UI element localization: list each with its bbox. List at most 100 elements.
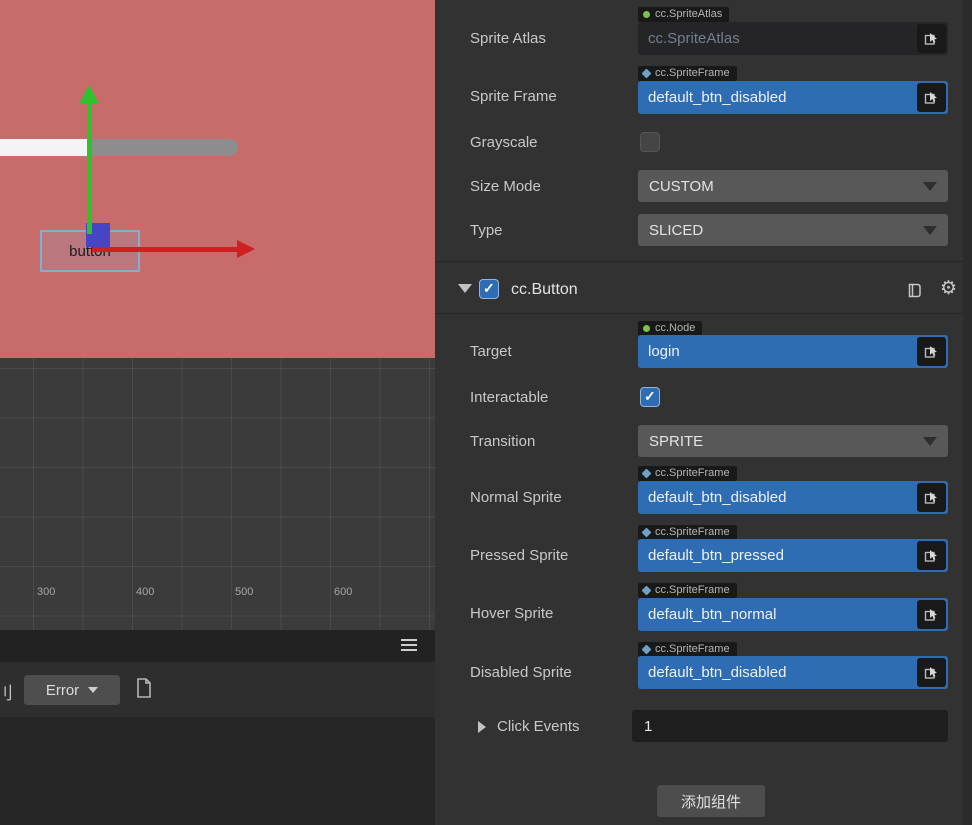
- inspector-panel: Sprite Atlas cc.SpriteAtlas cc.SpriteAtl…: [435, 0, 972, 825]
- target-node-value: login: [648, 343, 680, 360]
- progress-bar-node: [0, 139, 238, 156]
- type-value: SLICED: [649, 221, 704, 239]
- target-label: Target: [470, 343, 512, 360]
- divider: [435, 261, 972, 262]
- disabled-sprite-field[interactable]: default_btn_disabled: [638, 656, 948, 689]
- scene-grid-view[interactable]: 300 400 500 600: [0, 358, 435, 630]
- ruler-label: 300: [37, 586, 56, 598]
- sprite-frame-type-icon: [641, 468, 652, 478]
- sprite-atlas-type-icon: [643, 10, 650, 18]
- transition-select[interactable]: SPRITE: [638, 425, 948, 457]
- console-toolbar: 刂 Error: [0, 662, 435, 717]
- node-type-icon: [643, 324, 650, 332]
- click-events-label: Click Events: [497, 718, 580, 735]
- badge-text: cc.SpriteFrame: [655, 67, 730, 79]
- hover-sprite-value: default_btn_normal: [648, 606, 777, 623]
- collapse-toggle-icon[interactable]: [458, 284, 472, 293]
- asset-type-badge: cc.SpriteFrame: [638, 583, 737, 598]
- asset-picker-button[interactable]: [917, 541, 946, 570]
- asset-type-badge: cc.SpriteFrame: [638, 525, 737, 540]
- sprite-frame-value: default_btn_disabled: [648, 89, 787, 106]
- normal-sprite-field[interactable]: default_btn_disabled: [638, 481, 948, 514]
- gizmo-x-arrowhead-icon[interactable]: [237, 240, 255, 258]
- asset-picker-button[interactable]: [917, 658, 946, 687]
- log-file-icon[interactable]: [136, 678, 152, 703]
- console-header: [0, 630, 435, 662]
- normal-sprite-value: default_btn_disabled: [648, 489, 787, 506]
- hover-sprite-label: Hover Sprite: [470, 605, 554, 622]
- console-log-area[interactable]: [0, 717, 435, 825]
- grayscale-label: Grayscale: [470, 134, 538, 151]
- clipped-toolbar-text: 刂: [0, 684, 13, 703]
- transition-label: Transition: [470, 433, 536, 450]
- badge-text: cc.SpriteAtlas: [655, 8, 723, 20]
- badge-text: cc.SpriteFrame: [655, 643, 730, 655]
- add-component-label: 添加组件: [680, 793, 741, 811]
- gizmo-x-axis[interactable]: [92, 247, 237, 252]
- pressed-sprite-field[interactable]: default_btn_pressed: [638, 539, 948, 572]
- ruler-label: 400: [136, 586, 155, 598]
- pressed-sprite-label: Pressed Sprite: [470, 547, 569, 564]
- asset-type-badge: cc.Node: [638, 321, 703, 336]
- sprite-atlas-field[interactable]: cc.SpriteAtlas: [638, 22, 948, 55]
- size-mode-select[interactable]: CUSTOM: [638, 170, 948, 202]
- sprite-frame-type-icon: [641, 585, 652, 595]
- log-filter-label: Error: [45, 681, 80, 699]
- type-label: Type: [470, 222, 503, 239]
- target-node-field[interactable]: login: [638, 335, 948, 368]
- component-docs-icon[interactable]: [906, 282, 923, 304]
- size-mode-label: Size Mode: [470, 178, 541, 195]
- sprite-atlas-value: cc.SpriteAtlas: [648, 30, 740, 47]
- hamburger-menu-icon[interactable]: [401, 639, 417, 654]
- scene-view[interactable]: button: [0, 0, 435, 358]
- add-component-button[interactable]: 添加组件: [657, 785, 765, 817]
- sprite-frame-type-icon: [641, 527, 652, 537]
- click-events-count: 1: [644, 717, 653, 735]
- component-settings-gear-icon[interactable]: ⚙: [940, 278, 957, 300]
- interactable-checkbox[interactable]: [640, 387, 660, 407]
- asset-type-badge: cc.SpriteAtlas: [638, 7, 730, 22]
- inspector-scrollbar[interactable]: [963, 0, 972, 825]
- ruler-label: 500: [235, 586, 254, 598]
- component-enabled-checkbox[interactable]: [479, 279, 499, 299]
- pressed-sprite-value: default_btn_pressed: [648, 547, 784, 564]
- hover-sprite-field[interactable]: default_btn_normal: [638, 598, 948, 631]
- log-filter-dropdown[interactable]: Error: [24, 675, 120, 705]
- node-picker-button[interactable]: [917, 337, 946, 366]
- disabled-sprite-value: default_btn_disabled: [648, 664, 787, 681]
- sprite-atlas-label: Sprite Atlas: [470, 30, 546, 47]
- asset-picker-button[interactable]: [917, 483, 946, 512]
- ruler-label: 600: [334, 586, 353, 598]
- asset-picker-button[interactable]: [917, 83, 946, 112]
- gizmo-y-arrowhead-icon[interactable]: [79, 85, 99, 104]
- badge-text: cc.SpriteFrame: [655, 467, 730, 479]
- component-title: cc.Button: [511, 281, 578, 298]
- progress-bar-fill: [0, 139, 90, 156]
- divider: [435, 313, 972, 314]
- sprite-frame-type-icon: [641, 68, 652, 78]
- sprite-frame-field[interactable]: default_btn_disabled: [638, 81, 948, 114]
- badge-text: cc.Node: [655, 322, 696, 334]
- disabled-sprite-label: Disabled Sprite: [470, 664, 572, 681]
- progress-bar-track: [90, 139, 238, 156]
- badge-text: cc.SpriteFrame: [655, 526, 730, 538]
- click-events-count-input[interactable]: 1: [632, 710, 948, 742]
- badge-text: cc.SpriteFrame: [655, 584, 730, 596]
- click-events-expand-icon[interactable]: [478, 721, 486, 733]
- asset-type-badge: cc.SpriteFrame: [638, 466, 737, 481]
- asset-picker-button[interactable]: [917, 600, 946, 629]
- chevron-down-icon: [88, 687, 99, 693]
- asset-picker-button[interactable]: [917, 24, 946, 53]
- sprite-frame-type-icon: [641, 644, 652, 654]
- editor-window: button 300 400 500 600 刂 Error Sprite At…: [0, 0, 972, 825]
- grayscale-checkbox[interactable]: [640, 132, 660, 152]
- asset-type-badge: cc.SpriteFrame: [638, 642, 737, 657]
- type-select[interactable]: SLICED: [638, 214, 948, 246]
- normal-sprite-label: Normal Sprite: [470, 489, 562, 506]
- transition-value: SPRITE: [649, 432, 704, 450]
- gizmo-y-axis[interactable]: [87, 103, 92, 234]
- asset-type-badge: cc.SpriteFrame: [638, 66, 737, 81]
- size-mode-value: CUSTOM: [649, 177, 714, 195]
- interactable-label: Interactable: [470, 389, 549, 406]
- sprite-frame-label: Sprite Frame: [470, 88, 557, 105]
